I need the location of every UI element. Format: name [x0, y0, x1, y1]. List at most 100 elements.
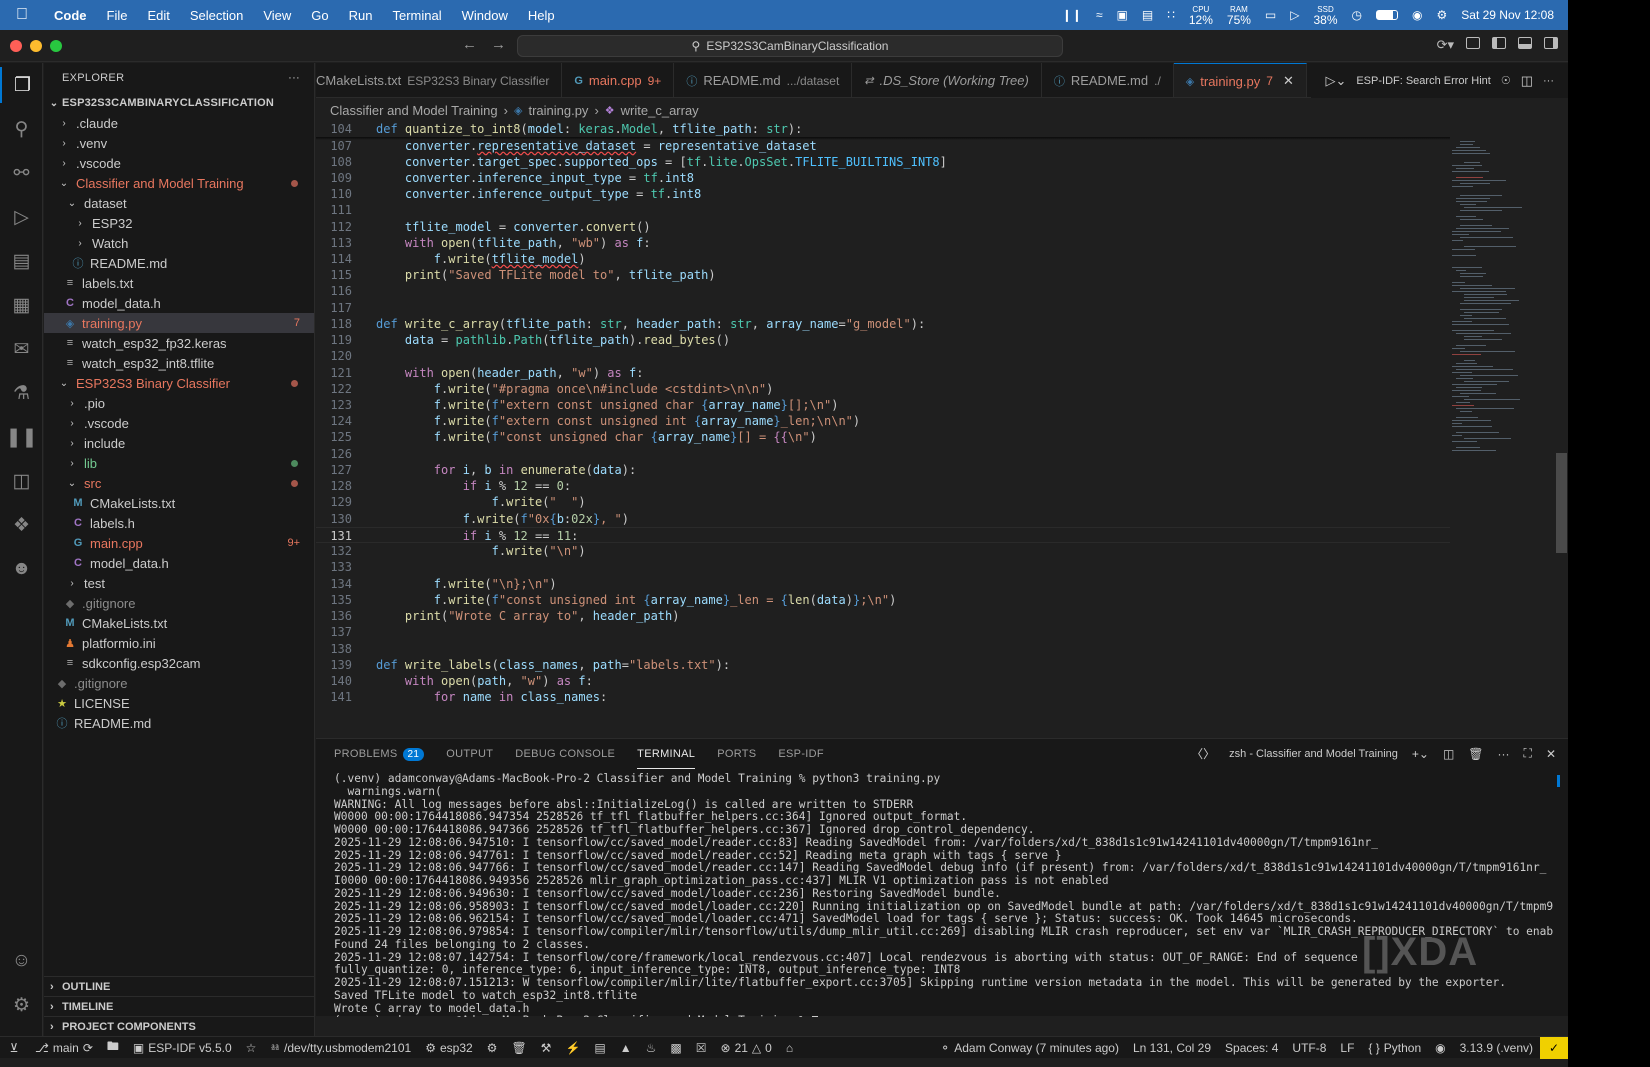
- testing-icon[interactable]: ⚗: [0, 375, 43, 411]
- tree-file[interactable]: ♟ platformio.ini: [44, 633, 314, 653]
- tab-ds-store[interactable]: ⇄ .DS_Store (Working Tree): [852, 63, 1042, 97]
- tree-file[interactable]: ≡ watch_esp32_fp32.keras: [44, 333, 314, 353]
- settings-icon[interactable]: ⚙: [480, 1041, 505, 1055]
- outline-section[interactable]: › OUTLINE: [44, 976, 314, 996]
- breadcrumb-folder[interactable]: Classifier and Model Training: [330, 103, 498, 118]
- folder-icon[interactable]: 🖿: [100, 1037, 126, 1058]
- cursor-position[interactable]: Ln 131, Col 29: [1126, 1037, 1218, 1059]
- star-icon[interactable]: ☆: [239, 1041, 264, 1055]
- zoom-window-button[interactable]: [50, 40, 62, 52]
- breadcrumb-file[interactable]: training.py: [528, 103, 588, 118]
- tree-file-selected[interactable]: ◈ training.py 7: [44, 313, 314, 333]
- customize-layout-icon[interactable]: [1466, 37, 1480, 49]
- indentation[interactable]: Spaces: 4: [1218, 1037, 1285, 1059]
- tab-readme-dataset[interactable]: ⓘ README.md .../dataset: [674, 63, 853, 97]
- tree-folder[interactable]: › .claude: [44, 113, 314, 133]
- tree-file[interactable]: Gmain.cpp 9+: [44, 533, 314, 553]
- cpu-stat[interactable]: CPU 12%: [1189, 5, 1213, 26]
- container-icon[interactable]: ◫: [0, 463, 43, 499]
- menu-file[interactable]: File: [97, 8, 138, 23]
- account-icon[interactable]: ☺: [0, 943, 43, 979]
- toggle-secondary-sidebar-icon[interactable]: [1544, 37, 1558, 49]
- editor-scrollbar[interactable]: [1555, 121, 1568, 738]
- tree-folder[interactable]: › .vscode: [44, 153, 314, 173]
- terminal-name[interactable]: zsh - Classifier and Model Training: [1229, 748, 1398, 760]
- workspace-root[interactable]: ⌄ ESP32S3CAMBINARYCLASSIFICATION: [44, 93, 314, 113]
- menu-window[interactable]: Window: [452, 8, 518, 23]
- pause-icon[interactable]: ❚❚: [0, 419, 43, 455]
- new-terminal-icon[interactable]: +⌄: [1412, 747, 1429, 761]
- minimize-window-button[interactable]: [30, 40, 42, 52]
- copilot-icon[interactable]: ⟳▾: [1437, 37, 1454, 53]
- tab-debug-console[interactable]: DEBUG CONSOLE: [515, 739, 615, 769]
- tree-folder[interactable]: › .venv: [44, 133, 314, 153]
- tree-file[interactable]: ⓘ README.md: [44, 253, 314, 273]
- tree-file[interactable]: ≡ sdkconfig.esp32cam: [44, 653, 314, 673]
- menu-view[interactable]: View: [253, 8, 301, 23]
- menu-run[interactable]: Run: [339, 8, 383, 23]
- tab-esp-idf[interactable]: ESP-IDF: [778, 739, 824, 769]
- tuning-icon[interactable]: ❙❙: [1062, 8, 1082, 22]
- encoding[interactable]: UTF-8: [1285, 1037, 1333, 1059]
- tree-file[interactable]: ◆ .gitignore: [44, 593, 314, 613]
- esp-idf-icon[interactable]: ❖: [0, 507, 43, 543]
- source-control-icon[interactable]: ⚯: [0, 155, 43, 191]
- problems-status[interactable]: ⊗ 21 △ 0: [714, 1041, 779, 1055]
- menu-terminal[interactable]: Terminal: [383, 8, 452, 23]
- split-terminal-icon[interactable]: ◫: [1443, 747, 1454, 761]
- clean-icon[interactable]: 🗑: [504, 1041, 533, 1055]
- flash-icon[interactable]: ⚡: [558, 1041, 587, 1055]
- tab-output[interactable]: OUTPUT: [446, 739, 493, 769]
- menu-help[interactable]: Help: [518, 8, 565, 23]
- tab-training-py[interactable]: ◈ training.py 7 ✕: [1173, 63, 1307, 97]
- notifications-bell-icon[interactable]: ✓: [1540, 1036, 1568, 1059]
- minimap[interactable]: [1450, 121, 1554, 738]
- explorer-icon[interactable]: ❐: [0, 67, 43, 103]
- control-center-icon[interactable]: ⚙: [1437, 8, 1448, 22]
- tree-file[interactable]: ≡ labels.txt: [44, 273, 314, 293]
- wifi-icon[interactable]: ≈: [1096, 8, 1103, 22]
- more-actions-icon[interactable]: ···: [1498, 747, 1510, 761]
- tree-file[interactable]: M CMakeLists.txt: [44, 493, 314, 513]
- tree-file[interactable]: Cmodel_data.h: [44, 293, 314, 313]
- menu-go[interactable]: Go: [301, 8, 338, 23]
- target-chip[interactable]: ⚙ esp32: [418, 1041, 479, 1055]
- siri-icon[interactable]: ◉: [1412, 8, 1422, 22]
- extensions-icon[interactable]: ▦: [0, 287, 43, 323]
- tree-folder[interactable]: › lib: [44, 453, 314, 473]
- tab-problems[interactable]: PROBLEMS 21: [334, 739, 425, 769]
- menubar-datetime[interactable]: Sat 29 Nov 12:08: [1461, 8, 1554, 22]
- breadcrumb-symbol[interactable]: write_c_array: [621, 103, 699, 118]
- monitor-icon[interactable]: ▤: [587, 1041, 612, 1055]
- tree-folder[interactable]: › include: [44, 433, 314, 453]
- tree-file[interactable]: ≡ watch_esp32_int8.tflite: [44, 353, 314, 373]
- tree-file[interactable]: Cmodel_data.h: [44, 553, 314, 573]
- terminal-icon[interactable]: ▩: [663, 1041, 688, 1055]
- drive-icon[interactable]: ▭: [1265, 8, 1276, 22]
- toggle-sidebar-icon[interactable]: [1492, 37, 1506, 49]
- toggle-panel-icon[interactable]: [1518, 37, 1532, 49]
- flash-monitor-icon[interactable]: ▲: [613, 1041, 639, 1055]
- remote-explorer-icon[interactable]: ▤: [0, 243, 43, 279]
- play-circle-icon[interactable]: ▷: [1290, 8, 1299, 22]
- run-icon[interactable]: ▷⌄: [1325, 73, 1346, 89]
- grid-icon[interactable]: ∷: [1167, 8, 1175, 22]
- lightbulb-icon[interactable]: ☉: [1501, 74, 1511, 87]
- tree-folder[interactable]: › .pio: [44, 393, 314, 413]
- remote-icon[interactable]: ⊻: [0, 1037, 28, 1059]
- ram-stat[interactable]: RAM 75%: [1227, 5, 1251, 26]
- esp-idf-version[interactable]: ▣ ESP-IDF v5.5.0: [126, 1041, 239, 1055]
- split-editor-icon[interactable]: ◫: [1521, 73, 1533, 89]
- chat-icon[interactable]: ✉: [0, 331, 43, 367]
- tree-folder[interactable]: › Watch: [44, 233, 314, 253]
- build-icon[interactable]: ⚒: [534, 1041, 559, 1055]
- project-components-section[interactable]: › PROJECT COMPONENTS: [44, 1016, 314, 1036]
- settings-gear-icon[interactable]: ⚙: [0, 987, 43, 1023]
- copilot-status-icon[interactable]: ◉: [1428, 1037, 1452, 1059]
- tree-folder[interactable]: ⌄ dataset: [44, 193, 314, 213]
- tab-main-cpp[interactable]: Gmain.cpp 9+: [562, 63, 675, 97]
- menu-selection[interactable]: Selection: [180, 8, 253, 23]
- clock-icon[interactable]: ◷: [1352, 8, 1362, 22]
- menu-edit[interactable]: Edit: [137, 8, 179, 23]
- tab-readme-root[interactable]: ⓘ README.md ./: [1042, 63, 1174, 97]
